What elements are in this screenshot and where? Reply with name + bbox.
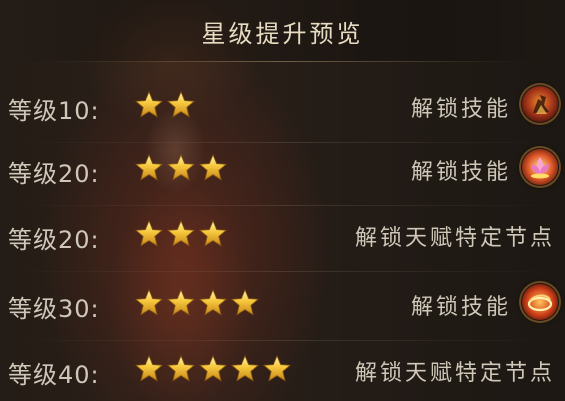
star-icon — [198, 219, 228, 247]
level-row: 等级40: 解锁天赋特定节点 — [0, 341, 565, 401]
star-icon — [198, 153, 228, 181]
star-icon — [166, 219, 196, 247]
star-icon — [230, 354, 260, 382]
star-icon — [198, 288, 228, 316]
level-label: 等级10: — [8, 97, 100, 125]
star-rating — [134, 90, 196, 120]
panel-title: 星级提升预览 — [201, 20, 364, 48]
reward-label: 解锁技能 — [410, 97, 511, 122]
level-row: 等级20: 解锁技能 — [0, 140, 565, 206]
title-divider — [40, 61, 525, 62]
star-icon — [262, 354, 292, 382]
level-label: 等级20: — [8, 160, 100, 188]
star-icon — [166, 90, 196, 118]
star-icon — [134, 90, 164, 118]
star-icon — [134, 219, 164, 247]
row-divider — [10, 271, 555, 272]
lotus-skill-icon[interactable] — [521, 148, 559, 186]
level-row: 等级10: 解锁技能 — [0, 77, 565, 143]
level-row: 等级20: 解锁天赋特定节点 — [0, 206, 565, 272]
star-rating — [134, 153, 228, 183]
star-icon — [166, 153, 196, 181]
level-label: 等级30: — [8, 295, 100, 323]
star-icon — [166, 354, 196, 382]
reward-label: 解锁技能 — [410, 160, 511, 185]
level-label: 等级40: — [8, 361, 100, 389]
star-upgrade-preview-panel: 星级提升预览 等级10: 解锁技能 等级20: 解锁技能 等级20: 解锁天赋特定节点 等级… — [0, 0, 565, 401]
star-icon — [230, 288, 260, 316]
flame-ring-skill-icon[interactable] — [521, 283, 559, 321]
star-rating — [134, 219, 228, 249]
level-row: 等级30: 解锁技能 — [0, 275, 565, 341]
star-icon — [134, 354, 164, 382]
reward-label: 解锁天赋特定节点 — [354, 226, 555, 251]
star-rating — [134, 288, 260, 318]
reward-label: 解锁技能 — [410, 295, 511, 320]
star-icon — [198, 354, 228, 382]
star-icon — [134, 288, 164, 316]
level-label: 等级20: — [8, 226, 100, 254]
star-icon — [134, 153, 164, 181]
star-rating — [134, 354, 292, 384]
star-icon — [166, 288, 196, 316]
reward-label: 解锁天赋特定节点 — [354, 361, 555, 386]
warrior-skill-icon[interactable] — [521, 85, 559, 123]
